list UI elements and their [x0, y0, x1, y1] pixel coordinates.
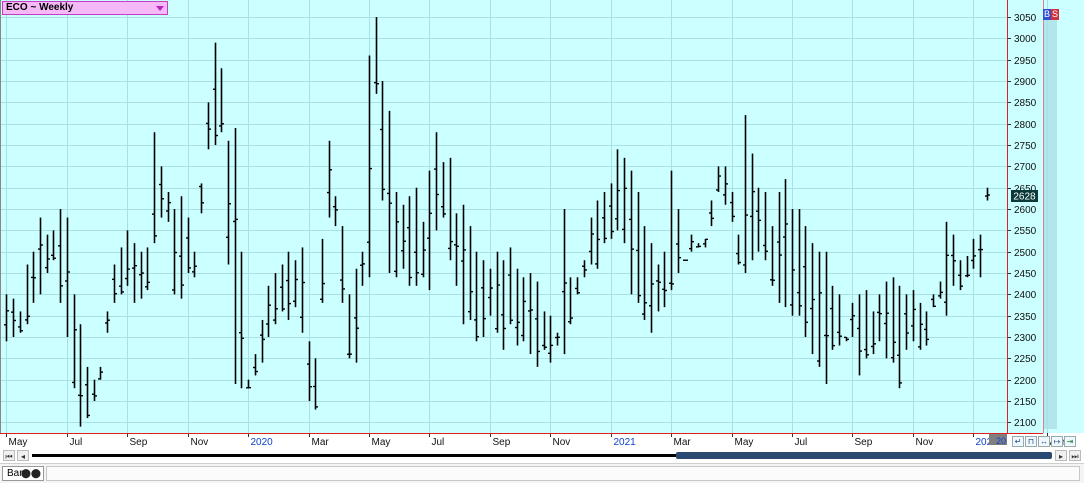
link-icon: ⬤⬤ [20, 468, 41, 478]
chart-svg: 2100 2150 2200 2250 2300 2350 2400 2450 2500 2550… [0, 0, 1084, 448]
plot-background [0, 0, 1043, 433]
y-tick-label: 2950 [1014, 56, 1037, 67]
toolbar-button-4[interactable]: ↦ [1051, 436, 1063, 447]
status-field [46, 466, 1080, 481]
y-tick-label: 2150 [1014, 397, 1037, 408]
y-tick-label: 2700 [1014, 162, 1037, 173]
y-tick-label: 2100 [1014, 418, 1037, 429]
scroll-thumb[interactable] [676, 452, 1052, 459]
y-tick-label: 2250 [1014, 354, 1037, 365]
time-axis: May Jul Sep Nov 2020 Mar May Jul Sep Nov 2021 Mar Ma… [6, 433, 1066, 448]
last-price-marker: 2628 [1011, 190, 1038, 203]
toolbar-button-1[interactable]: ↵ [1012, 436, 1024, 447]
x-tick-label: Nov [191, 437, 209, 448]
right-strip-shade [1044, 20, 1057, 429]
y-tick-label: 2600 [1014, 205, 1037, 216]
y-tick-label: 2500 [1014, 248, 1037, 259]
x-axis-partial-label: 20 [996, 436, 1006, 446]
x-tick-label: Sep [130, 437, 148, 448]
x-tick-label: 2021 [614, 437, 637, 448]
x-tick-label: Mar [312, 437, 330, 448]
y-tick-label: 2750 [1014, 141, 1037, 152]
scroll-first-button[interactable]: ⏮ [3, 450, 15, 461]
status-bar: Bars ⬤⬤ [0, 463, 1084, 483]
symbol-selector[interactable]: ECO ~ Weekly [2, 1, 168, 15]
y-tick-label: 2900 [1014, 77, 1037, 88]
scroll-prev-button[interactable]: ◂ [17, 450, 29, 461]
x-tick-label: Jul [70, 437, 83, 448]
y-tick-label: 2550 [1014, 226, 1037, 237]
sell-badge[interactable]: S [1051, 9, 1060, 20]
y-tick-label: 2850 [1014, 98, 1037, 109]
y-tick-label: 2200 [1014, 376, 1037, 387]
y-tick-label: 2800 [1014, 120, 1037, 131]
x-tick-label: Sep [493, 437, 511, 448]
y-tick-label: 2400 [1014, 290, 1037, 301]
time-navigation: ⏮ ◂ ▸ ⏭ [0, 450, 1084, 462]
buy-badge[interactable]: B [1043, 9, 1052, 20]
x-tick-label: 2020 [251, 437, 274, 448]
bars-tab[interactable]: Bars ⬤⬤ [2, 466, 44, 481]
symbol-label: ECO ~ Weekly [6, 2, 74, 13]
scroll-last-button[interactable]: ⏭ [1069, 450, 1081, 461]
toolbar-button-2[interactable]: ⊓ [1025, 436, 1037, 447]
toolbar-button-5[interactable]: ⇥ [1064, 436, 1076, 447]
x-tick-label: Nov [553, 437, 571, 448]
x-tick-label: Jul [795, 437, 808, 448]
toolbar-button-3[interactable]: ↔ [1038, 436, 1050, 447]
x-tick-label: Nov [916, 437, 934, 448]
x-tick-label: Jul [432, 437, 445, 448]
x-tick-label: Mar [674, 437, 692, 448]
y-tick-label: 3050 [1014, 13, 1037, 24]
y-tick-label: 2350 [1014, 312, 1037, 323]
last-price-label: 2628 [1013, 192, 1036, 203]
x-tick-label: May [735, 437, 754, 448]
x-tick-label: Sep [855, 437, 873, 448]
chevron-down-icon[interactable] [156, 6, 164, 11]
buy-sell-badge[interactable]: BS [1043, 9, 1060, 20]
y-tick-label: 3000 [1014, 34, 1037, 45]
y-tick-label: 2450 [1014, 269, 1037, 280]
y-tick-label: 2300 [1014, 333, 1037, 344]
x-tick-label: May [9, 437, 28, 448]
scroll-next-button[interactable]: ▸ [1055, 450, 1067, 461]
x-tick-label: May [372, 437, 391, 448]
